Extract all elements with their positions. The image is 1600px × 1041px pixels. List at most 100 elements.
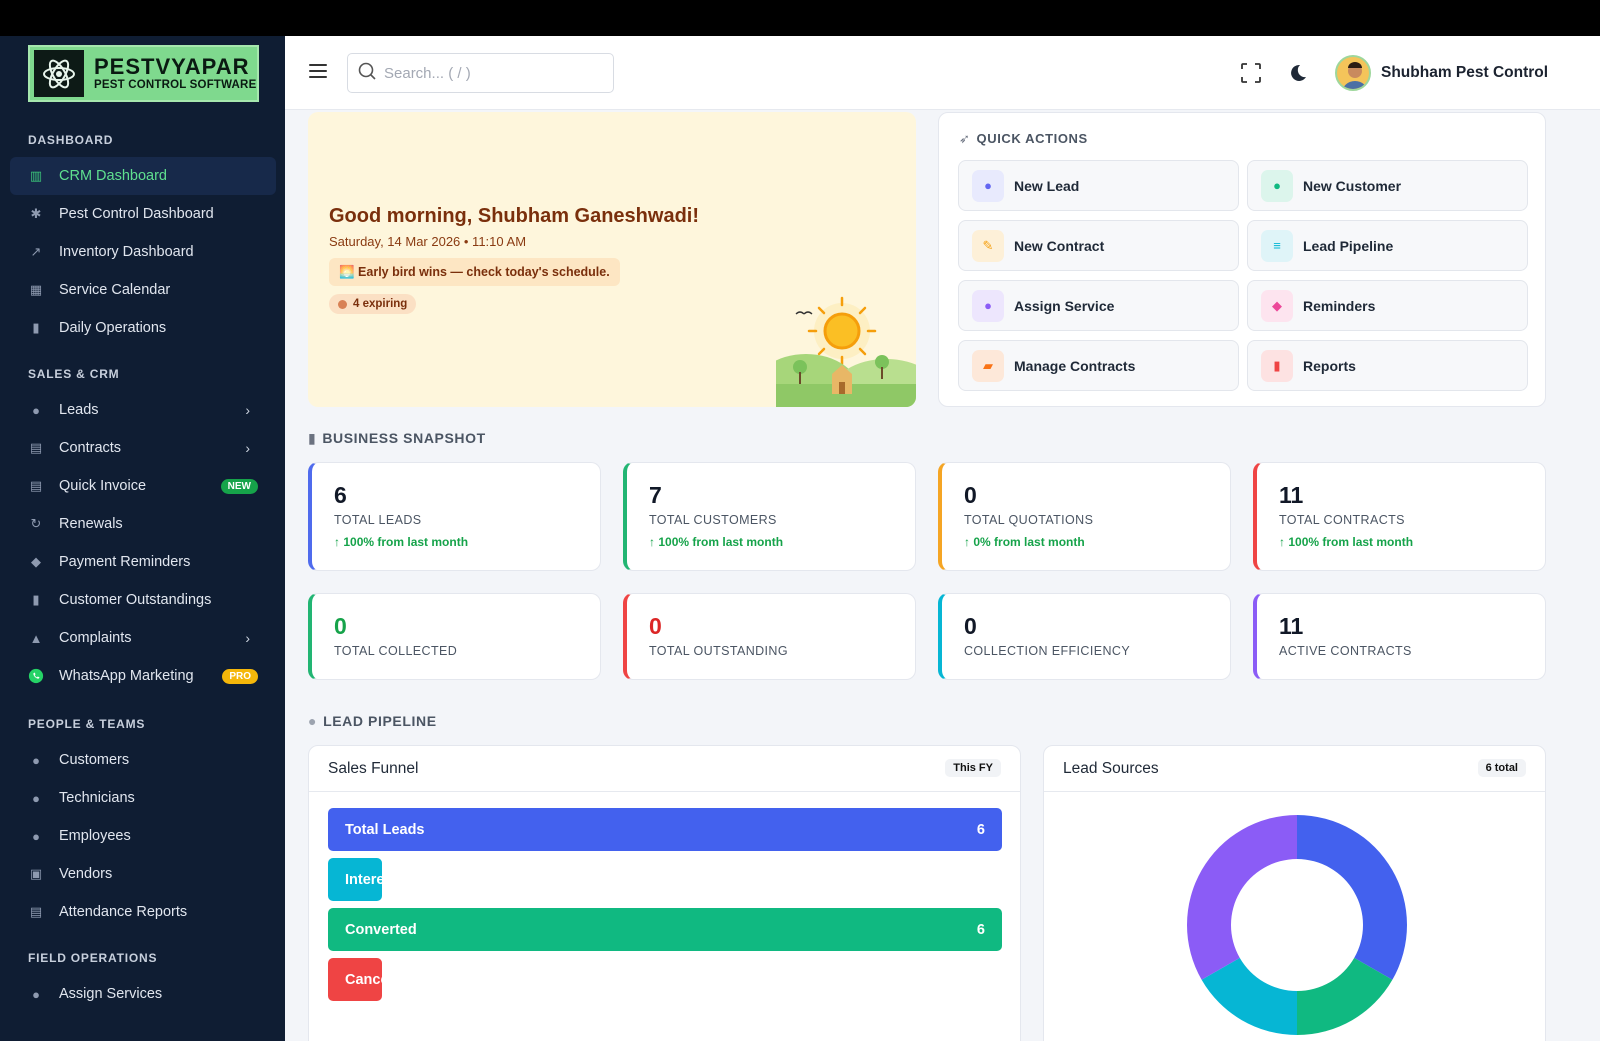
users-icon: ● xyxy=(32,752,40,768)
sidebar-item-label: CRM Dashboard xyxy=(59,168,167,184)
document-icon: ▤ xyxy=(29,440,43,455)
sidebar-section-title: SALES & CRM xyxy=(28,367,120,381)
clock-icon xyxy=(338,299,347,309)
app: PESTVYAPAR PEST CONTROL SOFTWARE DASHBOA… xyxy=(0,36,1600,1041)
funnel-bar-interested[interactable]: Interested xyxy=(328,858,382,901)
donut-slice[interactable] xyxy=(1187,815,1297,980)
user-name[interactable]: Shubham Pest Control xyxy=(1381,64,1548,82)
stat-label: COLLECTION EFFICIENCY xyxy=(964,644,1131,658)
stat-card-collection-efficiency[interactable]: 0 COLLECTION EFFICIENCY xyxy=(938,593,1231,680)
expiring-badge[interactable]: 4 expiring xyxy=(329,294,417,314)
stat-trend-text: 0% from last month xyxy=(973,535,1085,549)
bars-icon: ▮ xyxy=(32,320,40,335)
sidebar-item-pest-control-dashboard[interactable]: ✱ Pest Control Dashboard xyxy=(10,195,276,233)
stat-value: 0 xyxy=(964,482,977,508)
dark-mode-moon-icon[interactable] xyxy=(1286,62,1308,84)
sidebar-item-daily-operations[interactable]: ▮ Daily Operations xyxy=(10,309,276,347)
sidebar-item-whatsapp-marketing[interactable]: WhatsApp Marketing PRO xyxy=(10,657,276,695)
sidebar-item-assign-services[interactable]: ● Assign Services xyxy=(10,975,276,1013)
search-box[interactable] xyxy=(347,53,614,93)
sidebar-item-leads[interactable]: ● Leads › xyxy=(10,391,276,429)
sidebar-item-label: Contracts xyxy=(59,440,122,456)
quick-action-assign-service[interactable]: ● Assign Service xyxy=(958,280,1239,331)
greeting-tip: 🌅 Early bird wins — check today's schedu… xyxy=(329,258,620,286)
stat-label: TOTAL COLLECTED xyxy=(334,644,458,658)
sidebar-item-service-calendar[interactable]: ▦ Service Calendar xyxy=(10,271,276,309)
sidebar-item-complaints[interactable]: ▲ Complaints › xyxy=(10,619,276,657)
sidebar-item-customer-outstandings[interactable]: ▮ Customer Outstandings xyxy=(10,581,276,619)
stat-card-total-leads[interactable]: 6 TOTAL LEADS ↑ 100% from last month xyxy=(308,462,601,571)
sidebar-item-customers[interactable]: ● Customers xyxy=(10,741,276,779)
quick-actions-heading: ➶ QUICK ACTIONS xyxy=(959,131,1088,146)
stat-label: ACTIVE CONTRACTS xyxy=(1279,644,1412,658)
stat-card-active-contracts[interactable]: 11 ACTIVE CONTRACTS xyxy=(1253,593,1546,680)
bell-icon: ◆ xyxy=(31,554,41,569)
calendar-icon: ▦ xyxy=(29,282,43,297)
menu-toggle-icon[interactable] xyxy=(309,64,327,78)
sidebar-item-label: WhatsApp Marketing xyxy=(59,668,194,684)
stat-card-total-contracts[interactable]: 11 TOTAL CONTRACTS ↑ 100% from last month xyxy=(1253,462,1546,571)
chevron-right-icon: › xyxy=(245,440,250,456)
sidebar-item-label: Assign Services xyxy=(59,986,163,1002)
stat-card-total-quotations[interactable]: 0 TOTAL QUOTATIONS ↑ 0% from last month xyxy=(938,462,1231,571)
quick-action-reports[interactable]: ▮ Reports xyxy=(1247,340,1528,391)
sidebar-item-renewals[interactable]: ↻ Renewals xyxy=(10,505,276,543)
sidebar-item-employees[interactable]: ● Employees xyxy=(10,817,276,855)
brand-logo[interactable]: PESTVYAPAR PEST CONTROL SOFTWARE xyxy=(28,45,259,102)
chart-icon: ▮ xyxy=(308,430,317,446)
atom-logo-icon xyxy=(34,50,84,97)
sidebar-item-label: Daily Operations xyxy=(59,320,167,336)
fy-filter-badge[interactable]: This FY xyxy=(945,759,1001,777)
quick-action-label: New Lead xyxy=(1014,177,1080,194)
sidebar-item-label: Employees xyxy=(59,828,131,844)
chevron-right-icon: › xyxy=(245,402,250,418)
sidebar-item-label: Renewals xyxy=(59,516,123,532)
quick-action-icon: ◆ xyxy=(1261,289,1293,322)
quick-action-new-lead[interactable]: ● New Lead xyxy=(958,160,1239,211)
vendor-icon: ▣ xyxy=(29,866,43,881)
funnel-bar-label: Interested xyxy=(345,871,382,888)
funnel-bar-label: Total Leads xyxy=(345,821,425,838)
lead-pipeline-heading: ● LEAD PIPELINE xyxy=(308,713,437,729)
stat-card-total-customers[interactable]: 7 TOTAL CUSTOMERS ↑ 100% from last month xyxy=(623,462,916,571)
arrow-up-icon: ↑ xyxy=(649,535,659,549)
quick-action-icon: ▰ xyxy=(972,349,1004,382)
sidebar-item-inventory-dashboard[interactable]: ↗ Inventory Dashboard xyxy=(10,233,276,271)
search-input[interactable] xyxy=(384,64,604,82)
sidebar-item-technicians[interactable]: ● Technicians xyxy=(10,779,276,817)
quick-action-icon: ≡ xyxy=(1261,229,1293,262)
sidebar: PESTVYAPAR PEST CONTROL SOFTWARE DASHBOA… xyxy=(0,36,285,1041)
sidebar-item-contracts[interactable]: ▤ Contracts › xyxy=(10,429,276,467)
sidebar-item-vendors[interactable]: ▣ Vendors xyxy=(10,855,276,893)
bug-icon: ✱ xyxy=(30,206,42,221)
sidebar-item-attendance-reports[interactable]: ▤ Attendance Reports xyxy=(10,893,276,931)
quick-action-label: Reminders xyxy=(1303,297,1376,314)
sales-funnel-title: Sales Funnel xyxy=(328,760,419,777)
greeting-card: Good morning, Shubham Ganeshwadi! Saturd… xyxy=(308,112,916,407)
stat-card-total-outstanding[interactable]: 0 TOTAL OUTSTANDING xyxy=(623,593,916,680)
funnel-bar-converted[interactable]: Converted 6 xyxy=(328,908,1002,951)
sidebar-item-crm-dashboard[interactable]: ▥ CRM Dashboard xyxy=(10,157,276,195)
quick-action-label: Manage Contracts xyxy=(1014,357,1136,374)
sidebar-item-quick-invoice[interactable]: ▤ Quick Invoice NEW xyxy=(10,467,276,505)
expiring-label: 4 expiring xyxy=(353,298,408,310)
stat-card-total-collected[interactable]: 0 TOTAL COLLECTED xyxy=(308,593,601,680)
user-avatar[interactable] xyxy=(1335,55,1371,91)
stat-trend: ↑ 100% from last month xyxy=(1279,535,1413,549)
top-header: Shubham Pest Control xyxy=(285,36,1600,110)
quick-action-reminders[interactable]: ◆ Reminders xyxy=(1247,280,1528,331)
brand-tagline: PEST CONTROL SOFTWARE xyxy=(94,78,257,91)
quick-action-new-contract[interactable]: ✎ New Contract xyxy=(958,220,1239,271)
stat-value: 11 xyxy=(1279,613,1304,639)
fullscreen-icon[interactable] xyxy=(1240,62,1262,84)
quick-action-manage-contracts[interactable]: ▰ Manage Contracts xyxy=(958,340,1239,391)
sidebar-item-label: Technicians xyxy=(59,790,135,806)
quick-action-lead-pipeline[interactable]: ≡ Lead Pipeline xyxy=(1247,220,1528,271)
quick-action-icon: ● xyxy=(1261,169,1293,202)
funnel-bar-total-leads[interactable]: Total Leads 6 xyxy=(328,808,1002,851)
quick-action-new-customer[interactable]: ● New Customer xyxy=(1247,160,1528,211)
sidebar-item-label: Complaints xyxy=(59,630,132,646)
donut-slice[interactable] xyxy=(1297,815,1407,980)
sidebar-item-payment-reminders[interactable]: ◆ Payment Reminders xyxy=(10,543,276,581)
funnel-bar-cancelled[interactable]: Cancelled xyxy=(328,958,382,1001)
